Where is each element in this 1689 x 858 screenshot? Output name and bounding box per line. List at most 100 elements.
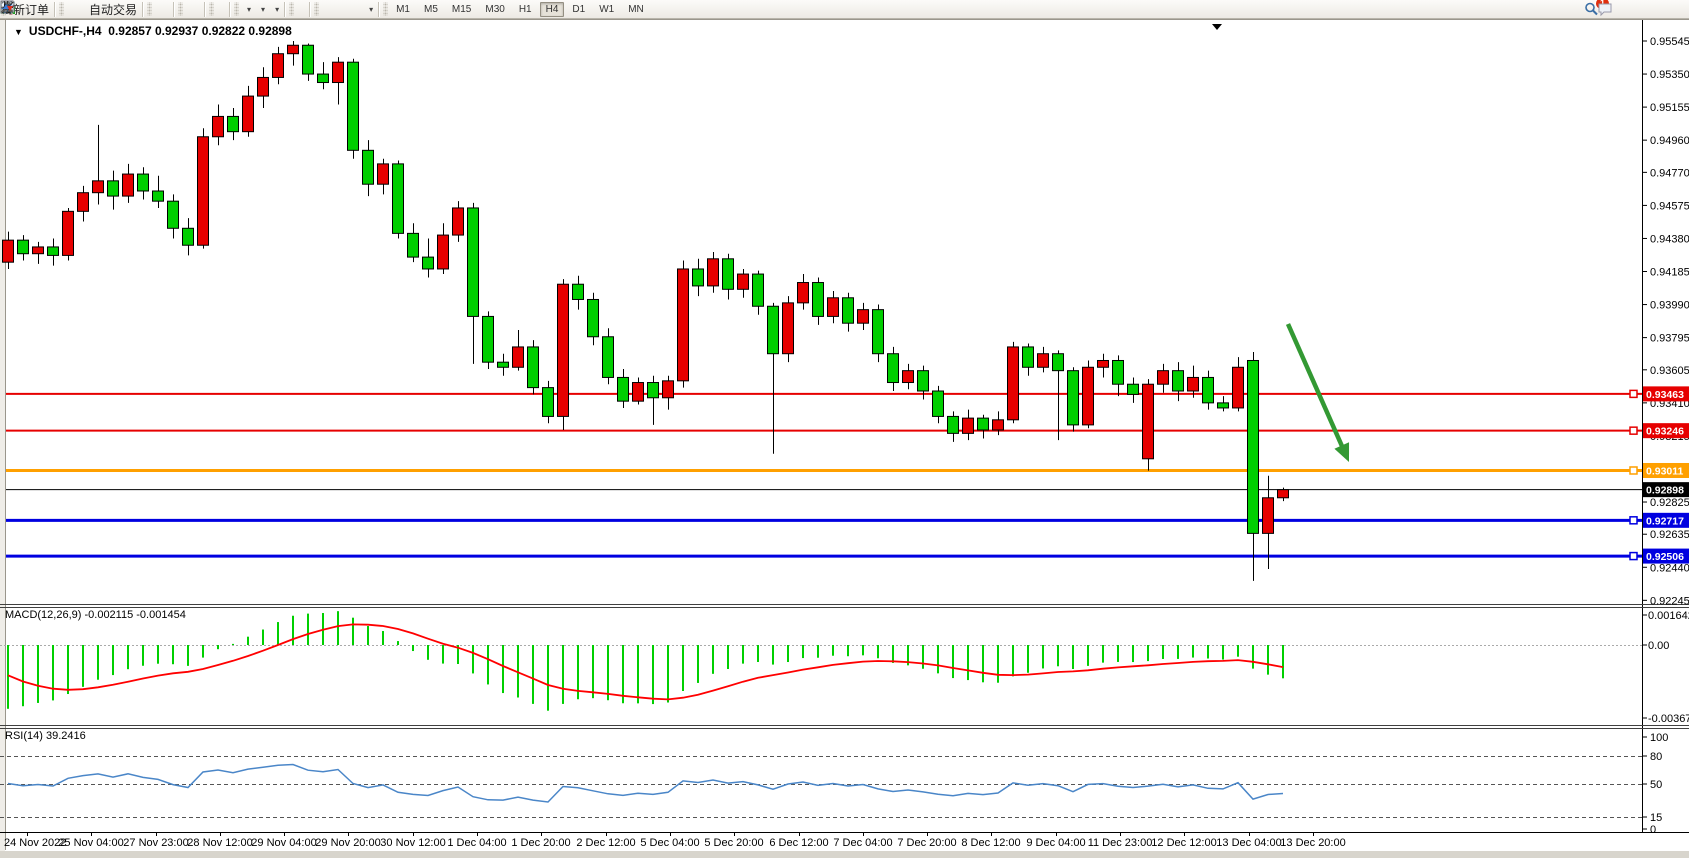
time-tick-label: 12 Dec 12:00: [1151, 837, 1216, 849]
toolbar-grip[interactable]: [383, 2, 388, 16]
candle: [513, 347, 524, 367]
search-button[interactable]: [1583, 1, 1589, 18]
rsi-tick-label: 15: [1650, 812, 1662, 824]
macd-histogram-bar: [187, 645, 189, 666]
candle: [828, 298, 839, 317]
dropdown-arrow-icon[interactable]: ▾: [369, 5, 373, 14]
toolbar-grip[interactable]: [59, 2, 64, 16]
candle: [813, 283, 824, 317]
macd-indicator-label: MACD(12,26,9) -0.002115 -0.001454: [5, 609, 186, 621]
price-tick-label: 0.95155: [1650, 102, 1689, 114]
macd-histogram-bar: [142, 645, 144, 666]
macd-histogram-bar: [862, 645, 864, 655]
macd-histogram-bar: [337, 611, 339, 645]
resistance-line-2-handle[interactable]: [1630, 427, 1637, 434]
macd-tick-label: -0.003674: [1648, 713, 1689, 725]
toolbar-grip[interactable]: [147, 2, 152, 16]
macd-histogram-bar: [982, 645, 984, 682]
timeframe-w1-button[interactable]: W1: [593, 2, 620, 17]
dropdown-arrow-icon[interactable]: ▾: [275, 5, 279, 14]
candle: [1143, 384, 1154, 459]
chevron-down-icon[interactable]: ▼: [14, 27, 23, 37]
macd-histogram-bar: [1147, 645, 1149, 661]
autotrade-button[interactable]: 自动交易: [83, 1, 140, 18]
line-chart-button[interactable]: [165, 1, 171, 18]
macd-histogram-bar: [37, 645, 39, 703]
time-tick-label: 2 Dec 12:00: [576, 837, 635, 849]
macd-signal-line: [8, 624, 1283, 699]
timeframe-m1-button[interactable]: M1: [390, 2, 416, 17]
macd-histogram-bar: [382, 631, 384, 645]
candle: [768, 306, 779, 353]
toolbar-separator: [309, 2, 311, 17]
toolbar-grip[interactable]: [234, 2, 239, 16]
support-line-1-handle[interactable]: [1630, 517, 1637, 524]
time-tick-label: 7 Dec 04:00: [833, 837, 892, 849]
time-tick-label: 28 Nov 12:00: [187, 837, 252, 849]
candle: [393, 164, 404, 233]
timeframe-h4-button[interactable]: H4: [540, 2, 565, 17]
chart-shift-button[interactable]: [221, 1, 227, 18]
toolbar-separator: [378, 2, 380, 17]
timeframe-m30-button[interactable]: M30: [479, 2, 510, 17]
rsi-indicator-label: RSI(14) 39.2416: [5, 730, 86, 742]
candle: [288, 45, 299, 53]
macd-tick-label: 0.00: [1648, 640, 1669, 652]
timeframe-m15-button[interactable]: M15: [446, 2, 477, 17]
candle: [483, 316, 494, 362]
indicators-button[interactable]: ▾: [240, 1, 254, 18]
candle: [978, 418, 989, 430]
timeframe-h1-button[interactable]: H1: [513, 2, 538, 17]
timeframe-mn-button[interactable]: MN: [622, 2, 650, 17]
macd-histogram-bar: [232, 644, 234, 645]
support-line-2-handle[interactable]: [1630, 553, 1637, 560]
bid-price-line-price-tag-label: 0.92898: [1646, 485, 1684, 497]
chart-shift-marker[interactable]: [1212, 24, 1222, 30]
templates-button[interactable]: ▾: [268, 1, 282, 18]
annotation-arrow[interactable]: [1288, 324, 1345, 453]
crosshair-button[interactable]: [301, 1, 307, 18]
candle: [63, 211, 74, 255]
dropdown-arrow-icon[interactable]: ▾: [261, 5, 265, 14]
pivot-line-handle[interactable]: [1630, 467, 1637, 474]
toolbar-separator: [142, 2, 144, 17]
resistance-line-1-handle[interactable]: [1630, 390, 1637, 397]
candle: [273, 54, 284, 78]
quote-ohlc-label: 0.92857 0.92937 0.92822 0.92898: [108, 24, 292, 38]
chart-title: ▼USDCHF-,H4 0.92857 0.92937 0.92822 0.92…: [14, 24, 292, 38]
chat-button[interactable]: 1: [1597, 1, 1603, 18]
dropdown-arrow-icon[interactable]: ▾: [247, 5, 251, 14]
macd-histogram-bar: [307, 614, 309, 645]
macd-histogram-bar: [487, 645, 489, 684]
timeframe-d1-button[interactable]: D1: [566, 2, 591, 17]
toolbar-separator: [54, 2, 56, 17]
macd-histogram-bar: [622, 645, 624, 703]
chart-area: 0.955450.953500.951550.949600.947700.945…: [0, 0, 1689, 858]
toolbar-grip[interactable]: [209, 2, 214, 16]
timeframe-m5-button[interactable]: M5: [418, 2, 444, 17]
macd-histogram-bar: [1087, 645, 1089, 666]
macd-histogram-bar: [637, 645, 639, 703]
candle: [753, 274, 764, 306]
candle: [1248, 360, 1259, 533]
macd-tick-label: 0.001642: [1648, 610, 1689, 622]
tile-windows-button[interactable]: [196, 1, 202, 18]
rsi-name: RSI(14): [5, 730, 43, 742]
candle: [783, 303, 794, 354]
resistance-line-2-price-tag-label: 0.93246: [1646, 426, 1684, 438]
macd-histogram-bar: [607, 645, 609, 700]
candle: [693, 269, 704, 286]
macd-histogram-bar: [547, 645, 549, 711]
candle: [123, 174, 134, 196]
toolbar-grip[interactable]: [289, 2, 294, 16]
macd-histogram-bar: [682, 645, 684, 691]
toolbar-grip[interactable]: [314, 2, 319, 16]
toolbar-grip[interactable]: [178, 2, 183, 16]
macd-histogram-bar: [1207, 645, 1209, 659]
periods-button[interactable]: ▾: [254, 1, 268, 18]
macd-histogram-bar: [832, 645, 834, 656]
arrows-button[interactable]: ▾: [362, 1, 376, 18]
candle: [708, 259, 719, 286]
macd-histogram-bar: [727, 645, 729, 669]
candle: [348, 62, 359, 150]
